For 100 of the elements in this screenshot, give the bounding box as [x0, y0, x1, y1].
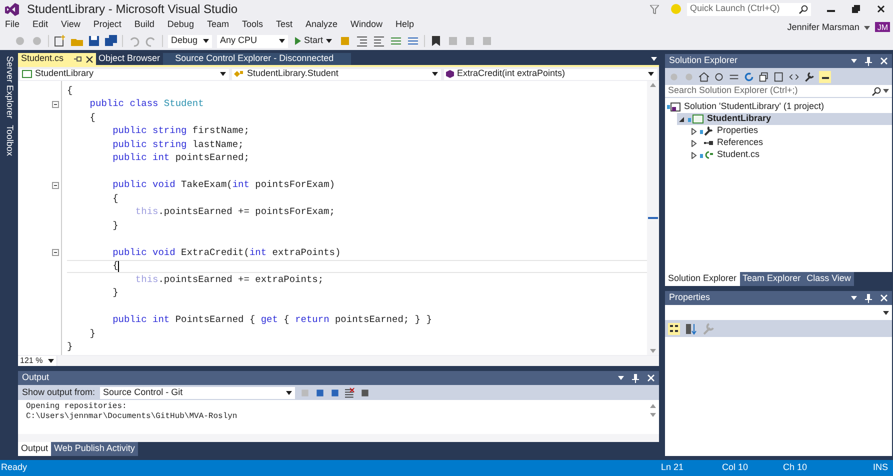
- code-line: public int pointsEarned;: [112, 151, 250, 166]
- dropdown-arrow-icon: [883, 310, 889, 314]
- menu-item[interactable]: View: [61, 18, 80, 32]
- expanded-arrow-icon[interactable]: [679, 116, 685, 122]
- output-tab[interactable]: Web Publish Activity: [51, 442, 138, 456]
- dropdown-arrow-icon: [326, 39, 332, 43]
- menu-item[interactable]: Test: [276, 18, 292, 32]
- panel-title: Solution Explorer: [669, 54, 738, 68]
- window-title: StudentLibrary - Microsoft Visual Studio: [27, 1, 238, 18]
- wrench-icon[interactable]: [804, 70, 814, 82]
- panel-tab[interactable]: Class View: [804, 272, 854, 286]
- indent-icon[interactable]: [356, 35, 368, 47]
- search-icon: [872, 86, 881, 96]
- scroll-down-icon: [650, 413, 656, 417]
- filter-icon[interactable]: [650, 4, 659, 14]
- menu-item[interactable]: Build: [134, 18, 154, 32]
- menu-item[interactable]: Help: [396, 18, 414, 32]
- pin-icon[interactable]: [74, 56, 82, 62]
- categorized-icon[interactable]: [668, 322, 680, 334]
- horizontal-scrollbar[interactable]: [18, 434, 659, 442]
- refresh-icon[interactable]: [744, 70, 754, 82]
- pin-icon[interactable]: [865, 56, 872, 66]
- tree-item[interactable]: Properties: [689, 125, 892, 137]
- output-tab[interactable]: Output: [18, 442, 52, 456]
- tree-item[interactable]: Student.cs: [689, 149, 892, 161]
- editor-tab[interactable]: Student.cs: [18, 53, 96, 65]
- class-icon: [234, 70, 244, 78]
- restore-icon[interactable]: [852, 5, 860, 13]
- panel-tab[interactable]: Team Explorer: [740, 272, 804, 286]
- solution-search-field[interactable]: Search Solution Explorer (Ctrl+;): [665, 85, 892, 98]
- close-icon[interactable]: [877, 5, 885, 13]
- menu-item[interactable]: Edit: [32, 18, 48, 32]
- save-all-icon[interactable]: [105, 35, 117, 47]
- platform-dropdown[interactable]: Any CPU: [217, 34, 288, 48]
- dropdown-arrow-icon: [286, 390, 292, 394]
- code-line: {: [88, 110, 96, 125]
- csharp-project-icon: [688, 114, 704, 124]
- menu-item[interactable]: Tools: [242, 18, 263, 32]
- zoom-dropdown[interactable]: 121 %: [18, 356, 56, 366]
- tree-item-label: Student.cs: [717, 148, 760, 162]
- save-icon[interactable]: [88, 35, 100, 47]
- close-icon[interactable]: [86, 56, 93, 62]
- tree-item-label: Properties: [717, 124, 758, 138]
- code-line: public class Student: [88, 97, 204, 112]
- preview-icon[interactable]: [819, 70, 831, 82]
- collapsed-arrow-icon[interactable]: [691, 152, 697, 158]
- column-number: Col 10: [722, 461, 750, 474]
- navigation-dropdown[interactable]: ExtraCredit(int extraPoints): [444, 68, 657, 80]
- tree-item[interactable]: Solution 'StudentLibrary' (1 project): [665, 101, 892, 113]
- code-line: }: [67, 340, 73, 354]
- dropdown-arrow-icon: [203, 39, 209, 43]
- menu-item[interactable]: Team: [206, 18, 229, 32]
- tree-item[interactable]: References: [689, 137, 892, 149]
- navigation-dropdown[interactable]: StudentLibrary.Student: [232, 68, 441, 80]
- vertical-scrollbar[interactable]: [647, 81, 659, 355]
- pin-icon[interactable]: [865, 294, 872, 302]
- menu-item[interactable]: Analyze: [306, 18, 338, 32]
- tree-item-label: Solution 'StudentLibrary' (1 project): [684, 100, 824, 114]
- home-icon[interactable]: [699, 70, 709, 82]
- horizontal-scrollbar[interactable]: [58, 356, 659, 366]
- dropdown-arrow-icon: [648, 72, 654, 76]
- bookmark-icon[interactable]: [430, 35, 442, 47]
- text-caret: [118, 260, 120, 272]
- quick-launch-field[interactable]: Quick Launch (Ctrl+Q): [687, 2, 811, 16]
- menu-item[interactable]: Debug: [167, 18, 194, 32]
- scroll-up-icon[interactable]: [650, 83, 656, 87]
- collapse-icon[interactable]: [52, 182, 59, 189]
- comment-icon[interactable]: [390, 35, 402, 47]
- user-name[interactable]: Jennifer Marsman: [787, 21, 860, 35]
- collapse-icon[interactable]: [52, 249, 59, 256]
- tree-item[interactable]: StudentLibrary: [677, 113, 892, 125]
- new-item-icon[interactable]: [54, 35, 66, 47]
- collapse-icon[interactable]: [52, 100, 59, 108]
- method-icon: [446, 70, 454, 78]
- uncomment-icon[interactable]: [407, 35, 420, 47]
- dropdown-arrow-icon: [432, 72, 438, 76]
- code-line: public void TakeExam(int pointsForExam): [112, 178, 335, 192]
- collapsed-arrow-icon[interactable]: [691, 128, 697, 134]
- panel-tab[interactable]: Solution Explorer: [665, 272, 740, 286]
- start-button[interactable]: Start: [293, 34, 334, 48]
- sort-icon[interactable]: [685, 322, 697, 334]
- menu-item[interactable]: File: [5, 18, 20, 32]
- collapsed-arrow-icon[interactable]: [691, 140, 697, 146]
- code-line: public string firstName;: [112, 124, 250, 138]
- clear-all-icon[interactable]: [345, 386, 356, 398]
- char-number: Ch 10: [783, 461, 808, 474]
- output-source-dropdown[interactable]: Source Control - Git: [100, 386, 296, 398]
- configuration-dropdown[interactable]: Debug: [168, 34, 212, 48]
- scroll-up-icon[interactable]: [650, 404, 656, 408]
- status-message: Ready: [0, 461, 28, 474]
- navigation-dropdown[interactable]: StudentLibrary: [20, 68, 229, 80]
- editor-tab[interactable]: Source Control Explorer - Disconnected: [163, 53, 352, 65]
- tab-list-arrow-icon: [651, 57, 657, 61]
- collapse-all-icon[interactable]: [759, 70, 769, 82]
- outdent-icon[interactable]: [373, 35, 386, 47]
- code-line: }: [88, 326, 96, 341]
- menu-item[interactable]: Window: [350, 18, 383, 32]
- pin-icon[interactable]: [632, 374, 639, 382]
- menu-item[interactable]: Project: [93, 18, 122, 32]
- editor-tab[interactable]: Object Browser: [96, 53, 164, 65]
